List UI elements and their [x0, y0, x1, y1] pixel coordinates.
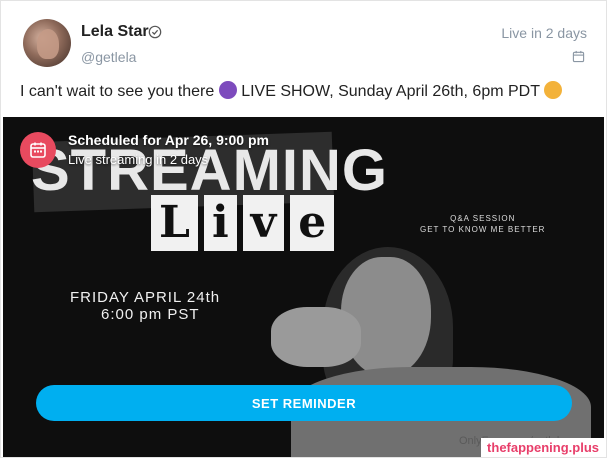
verified-check-icon — [148, 25, 162, 39]
author-handle[interactable]: @getlela — [81, 49, 136, 65]
smiling-devil-emoji-icon — [218, 81, 237, 99]
calendar-icon — [20, 132, 56, 168]
calendar-icon[interactable] — [572, 50, 585, 63]
stream-poster-media[interactable]: STREAMING Live Q&A SESSION GET TO KNOW M… — [3, 117, 604, 457]
live-in-label: Live in 2 days — [501, 25, 587, 41]
poster-qa-subtitle: GET TO KNOW ME BETTER — [420, 225, 546, 234]
post-text: I can't wait to see you there LIVE SHOW,… — [20, 81, 563, 101]
poster-letter: e — [290, 195, 335, 251]
schedule-info: Scheduled for Apr 26, 9:00 pm Live strea… — [20, 130, 320, 170]
post-text-show: LIVE SHOW, Sunday April 26th, 6pm PDT — [241, 83, 540, 100]
set-reminder-button[interactable]: SET REMINDER — [36, 385, 572, 421]
poster-letter: L — [151, 195, 198, 251]
poster-letter: v — [242, 195, 285, 251]
poster-live-letters: Live — [151, 195, 340, 255]
post-header: Lela Star @getlela Live in 2 days — [1, 1, 606, 75]
poster-qa: Q&A SESSION GET TO KNOW ME BETTER — [420, 213, 545, 235]
avatar[interactable] — [23, 19, 71, 67]
poster-photo — [261, 247, 604, 457]
site-watermark: thefappening.plus — [481, 438, 605, 457]
schedule-subtitle: Live streaming in 2 days — [68, 152, 209, 167]
poster-date: FRIDAY APRIL 24th — [70, 289, 221, 306]
post-card: Lela Star @getlela Live in 2 days I can'… — [0, 0, 607, 458]
winking-tongue-emoji-icon — [544, 81, 563, 99]
poster-qa-title: Q&A SESSION — [450, 214, 516, 223]
schedule-title: Scheduled for Apr 26, 9:00 pm — [68, 132, 269, 148]
post-text-main: I can't wait to see you there — [20, 83, 215, 100]
poster-time: 6:00 pm PST — [101, 306, 200, 323]
author-name[interactable]: Lela Star — [81, 23, 149, 41]
poster-letter: i — [203, 195, 237, 251]
